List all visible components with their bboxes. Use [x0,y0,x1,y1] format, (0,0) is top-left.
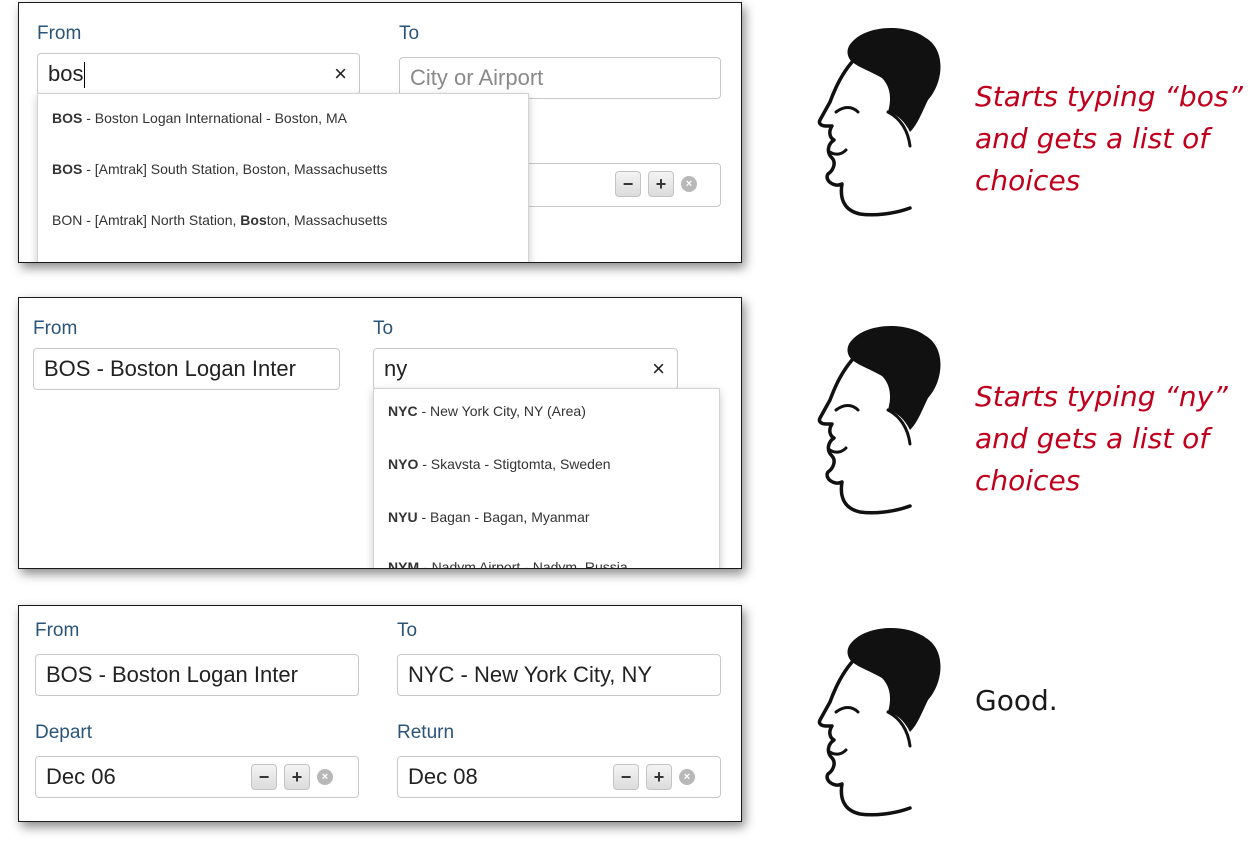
suggestion-item[interactable]: BOS - [Amtrak] South Station, Boston, Ma… [38,161,528,177]
clear-icon[interactable]: × [334,54,347,94]
suggestion-item[interactable]: BOS - Boston Logan International - Bosto… [38,110,528,126]
from-input[interactable]: BOS - Boston Logan Inter [35,654,359,696]
from-input-value: BOS - Boston Logan Inter [44,356,296,381]
face-profile-icon [817,27,941,217]
to-label: To [397,620,418,641]
panel-completed: From To BOS - Boston Logan Inter NYC - N… [18,605,742,822]
suggestion-item[interactable]: BON - [Amtrak] North Station, Boston, Ma… [38,212,528,228]
return-stepper: − + × [613,764,695,790]
from-label: From [33,318,78,339]
clear-icon[interactable]: × [652,349,665,389]
to-input[interactable]: NYC - New York City, NY [397,654,721,696]
from-input[interactable]: bos × [37,53,360,95]
face-profile-icon [817,325,941,515]
caption-typing-bos: Starts typing “bos” and gets a list of c… [975,80,1243,197]
to-label: To [399,23,420,44]
caption-good: Good. [975,684,1058,717]
suggestion-item[interactable]: NYU - Bagan - Bagan, Myanmar [374,509,719,525]
plus-icon[interactable]: + [284,764,310,790]
to-input-placeholder: City or Airport [410,65,544,90]
minus-icon[interactable]: − [613,764,639,790]
depart-input-value: Dec 06 [46,764,116,789]
clear-icon[interactable]: × [679,769,695,785]
return-label: Return [397,722,455,743]
caption-typing-ny: Starts typing “ny” and gets a list of ch… [975,380,1228,497]
to-input[interactable]: ny × [373,348,678,390]
to-input-value: ny [384,356,408,381]
minus-icon[interactable]: − [251,764,277,790]
to-label: To [373,318,394,339]
panel-typing-from: From To bos × City or Airport − + × BOS … [18,2,742,263]
depart-stepper: − + × [251,764,333,790]
clear-icon[interactable]: × [681,176,697,192]
clear-icon[interactable]: × [317,769,333,785]
text-caret [84,62,86,89]
from-input-value: BOS - Boston Logan Inter [46,662,298,687]
panel-typing-to: From To BOS - Boston Logan Inter ny × NY… [18,297,742,569]
minus-icon[interactable]: − [615,171,641,197]
face-profile-icon [817,627,941,817]
autocomplete-dropdown: NYC - New York City, NY (Area) NYO - Ska… [373,388,720,568]
from-input[interactable]: BOS - Boston Logan Inter [33,348,340,390]
return-input-value: Dec 08 [408,764,478,789]
depart-label: Depart [35,722,93,743]
suggestion-item[interactable]: NYC - New York City, NY (Area) [374,403,719,419]
to-input-value: NYC - New York City, NY [408,662,653,687]
from-label: From [35,620,80,641]
autocomplete-dropdown: BOS - Boston Logan International - Bosto… [37,93,529,262]
from-label: From [37,23,82,44]
from-input-value: bos [48,61,84,86]
plus-icon[interactable]: + [648,171,674,197]
suggestion-item[interactable]: NYO - Skavsta - Stigtomta, Sweden [374,456,719,472]
suggestion-item[interactable]: NYM - Nadym Airport - Nadym, Russia [374,559,719,568]
plus-icon[interactable]: + [646,764,672,790]
return-stepper: − + × [615,171,697,197]
